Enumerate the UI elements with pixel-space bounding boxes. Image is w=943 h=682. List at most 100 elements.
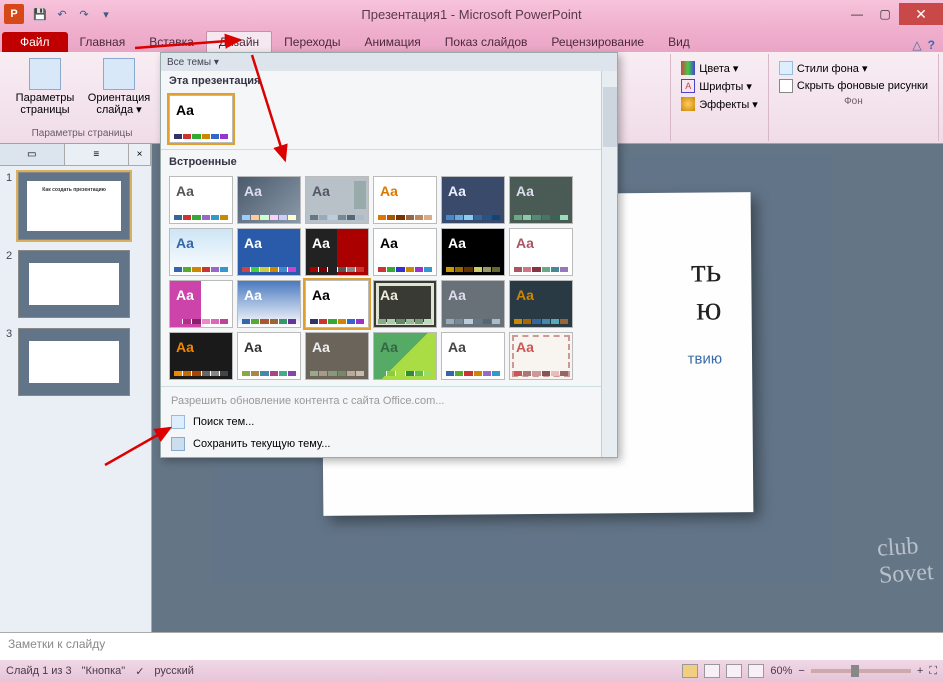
status-bar: Слайд 1 из 3 "Кнопка" ✓ русский 60% − + … bbox=[0, 660, 943, 682]
theme-item[interactable]: Aa bbox=[169, 280, 233, 328]
tab-insert[interactable]: Вставка bbox=[137, 32, 206, 52]
theme-current[interactable]: Aa bbox=[169, 95, 233, 143]
theme-item[interactable]: Aa bbox=[237, 176, 301, 224]
tab-view[interactable]: Вид bbox=[656, 32, 702, 52]
theme-item[interactable]: Aa bbox=[509, 332, 573, 380]
group-theme-options: Цвета ▾ AШрифты ▾ Эффекты ▾ bbox=[671, 54, 769, 141]
slide-orientation-button[interactable]: Ориентация слайда ▾ bbox=[84, 56, 154, 118]
bg-styles-icon bbox=[779, 61, 793, 75]
close-panel-button[interactable]: × bbox=[129, 144, 151, 165]
fonts-button[interactable]: AШрифты ▾ bbox=[677, 78, 762, 94]
theme-item[interactable]: Aa bbox=[373, 176, 437, 224]
page-setup-icon bbox=[29, 58, 61, 90]
slide-count-status: Слайд 1 из 3 bbox=[6, 665, 72, 677]
zoom-out-button[interactable]: − bbox=[798, 665, 804, 677]
theme-item[interactable]: Aa bbox=[509, 228, 573, 276]
zoom-slider[interactable] bbox=[811, 669, 911, 673]
theme-item[interactable]: Aa bbox=[237, 228, 301, 276]
slides-panel: ▭ ≡ × 1 Как создать презентацию 2 3 bbox=[0, 144, 152, 632]
group-label-background: Фон bbox=[844, 94, 863, 107]
theme-item[interactable]: Aa bbox=[373, 332, 437, 380]
office-update-item: Разрешить обновление контента с сайта Of… bbox=[161, 391, 617, 411]
minimize-button[interactable]: — bbox=[843, 3, 871, 25]
tab-review[interactable]: Рецензирование bbox=[539, 32, 656, 52]
dropdown-scrollbar[interactable] bbox=[601, 71, 617, 457]
hide-background-checkbox[interactable]: Скрыть фоновые рисунки bbox=[775, 78, 932, 94]
slideshow-view-button[interactable] bbox=[748, 664, 764, 678]
section-builtin: Встроенные bbox=[161, 152, 617, 172]
theme-item[interactable]: Aa bbox=[169, 228, 233, 276]
undo-button[interactable]: ↶ bbox=[52, 4, 72, 24]
sorter-view-button[interactable] bbox=[704, 664, 720, 678]
themes-gallery-dropdown: Все темы ▾ Эта презентация Aa Встроенные… bbox=[160, 52, 618, 458]
tab-slideshow[interactable]: Показ слайдов bbox=[433, 32, 540, 52]
redo-button[interactable]: ↷ bbox=[74, 4, 94, 24]
file-tab[interactable]: Файл bbox=[2, 32, 68, 52]
theme-item[interactable]: Aa bbox=[441, 176, 505, 224]
theme-item[interactable]: Aa bbox=[169, 176, 233, 224]
tab-design[interactable]: Дизайн bbox=[206, 31, 272, 52]
theme-item-selected[interactable]: Aa bbox=[305, 280, 369, 328]
save-theme-item[interactable]: Сохранить текущую тему... bbox=[161, 433, 617, 455]
theme-item[interactable]: Aa bbox=[441, 228, 505, 276]
app-icon: P bbox=[4, 4, 24, 24]
language-status[interactable]: русский bbox=[154, 665, 193, 677]
save-button[interactable]: 💾 bbox=[30, 4, 50, 24]
slide-thumb-2[interactable]: 2 bbox=[6, 250, 145, 318]
tab-transitions[interactable]: Переходы bbox=[272, 32, 352, 52]
section-this-presentation: Эта презентация bbox=[161, 71, 617, 91]
theme-item[interactable]: Aa bbox=[373, 280, 437, 328]
slide-thumb-3[interactable]: 3 bbox=[6, 328, 145, 396]
zoom-level[interactable]: 60% bbox=[770, 665, 792, 677]
fonts-icon: A bbox=[681, 79, 695, 93]
effects-icon bbox=[681, 97, 695, 111]
qat-customize-button[interactable]: ▾ bbox=[96, 4, 116, 24]
tab-home[interactable]: Главная bbox=[68, 32, 138, 52]
theme-item[interactable]: Aa bbox=[305, 176, 369, 224]
group-page-setup: Параметры страницы Ориентация слайда ▾ П… bbox=[4, 54, 161, 141]
theme-item[interactable]: Aa bbox=[441, 280, 505, 328]
close-button[interactable]: ✕ bbox=[899, 3, 943, 25]
group-label-page-setup: Параметры страницы bbox=[32, 126, 133, 139]
theme-item[interactable]: Aa bbox=[237, 332, 301, 380]
theme-item[interactable]: Aa bbox=[441, 332, 505, 380]
minimize-ribbon-icon[interactable]: △ bbox=[912, 38, 921, 52]
slides-tab[interactable]: ▭ bbox=[0, 144, 65, 165]
slide-thumb-1[interactable]: 1 Как создать презентацию bbox=[6, 172, 145, 240]
colors-button[interactable]: Цвета ▾ bbox=[677, 60, 762, 76]
browse-icon bbox=[171, 415, 185, 429]
outline-tab[interactable]: ≡ bbox=[65, 144, 130, 165]
help-icon[interactable]: ? bbox=[928, 38, 935, 52]
theme-item[interactable]: Aa bbox=[237, 280, 301, 328]
colors-icon bbox=[681, 61, 695, 75]
save-theme-icon bbox=[171, 437, 185, 451]
theme-item[interactable]: Aa bbox=[509, 176, 573, 224]
title-bar: P 💾 ↶ ↷ ▾ Презентация1 - Microsoft Power… bbox=[0, 0, 943, 28]
maximize-button[interactable]: ▢ bbox=[871, 3, 899, 25]
theme-item[interactable]: Aa bbox=[169, 332, 233, 380]
theme-item[interactable]: Aa bbox=[305, 228, 369, 276]
fit-to-window-button[interactable]: ⛶ bbox=[929, 665, 937, 678]
dropdown-header[interactable]: Все темы ▾ bbox=[161, 53, 617, 71]
group-background: Стили фона ▾ Скрыть фоновые рисунки Фон bbox=[769, 54, 939, 141]
orientation-icon bbox=[103, 58, 135, 90]
reading-view-button[interactable] bbox=[726, 664, 742, 678]
theme-item[interactable]: Aa bbox=[509, 280, 573, 328]
effects-button[interactable]: Эффекты ▾ bbox=[677, 96, 762, 112]
themes-grid: Aa Aa Aa Aa Aa Aa Aa Aa Aa Aa Aa Aa Aa A… bbox=[161, 172, 617, 384]
ribbon-right-icons: △ ? bbox=[912, 38, 935, 52]
spellcheck-icon[interactable]: ✓ bbox=[135, 665, 144, 678]
theme-item[interactable]: Aa bbox=[305, 332, 369, 380]
notes-pane[interactable]: Заметки к слайду bbox=[0, 632, 943, 660]
theme-item[interactable]: Aa bbox=[373, 228, 437, 276]
quick-access-toolbar: 💾 ↶ ↷ ▾ bbox=[30, 4, 116, 24]
browse-themes-item[interactable]: Поиск тем... bbox=[161, 411, 617, 433]
dropdown-footer: Разрешить обновление контента с сайта Of… bbox=[161, 389, 617, 457]
checkbox-icon bbox=[779, 79, 793, 93]
tab-animation[interactable]: Анимация bbox=[352, 32, 432, 52]
normal-view-button[interactable] bbox=[682, 664, 698, 678]
page-setup-button[interactable]: Параметры страницы bbox=[10, 56, 80, 118]
window-title: Презентация1 - Microsoft PowerPoint bbox=[361, 7, 581, 22]
background-styles-button[interactable]: Стили фона ▾ bbox=[775, 60, 932, 76]
zoom-in-button[interactable]: + bbox=[917, 665, 923, 677]
